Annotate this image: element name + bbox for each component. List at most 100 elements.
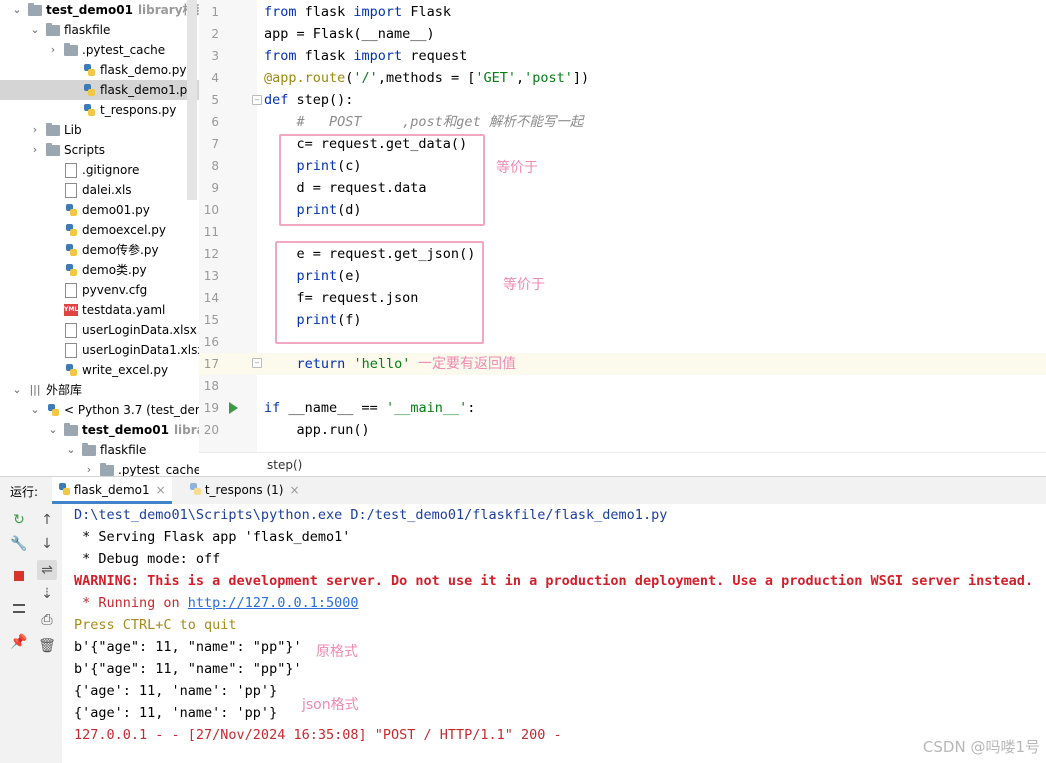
code-token: ,methods = [ [377, 70, 476, 86]
tree-item[interactable]: pyvenv.cfg [0, 280, 199, 300]
tree-item-label: .gitignore [82, 163, 140, 177]
tree-item[interactable]: userLoginData1.xlsx [0, 340, 199, 360]
tree-item[interactable]: ⌄ test_demo01 librar [0, 420, 199, 440]
tree-item[interactable]: ⌄test_demo01library根目录 [0, 0, 199, 20]
tree-item[interactable]: t_respons.py [0, 100, 199, 120]
tree-item[interactable]: ⌄ flaskfile [0, 440, 199, 460]
chevron-right-icon[interactable]: › [30, 120, 40, 140]
layout-icon[interactable] [9, 598, 29, 618]
chevron-down-icon[interactable]: ⌄ [12, 0, 22, 20]
code-line[interactable]: app = Flask(__name__) [264, 23, 435, 45]
tree-item[interactable]: › .pytest_cache [0, 40, 199, 60]
annotation-note-json-format: json格式 [302, 697, 359, 713]
scroll-to-end-icon[interactable]: ⇣ [37, 584, 57, 604]
tree-item[interactable]: ⌄ ||| 外部库 [0, 380, 199, 400]
tree-item[interactable]: flask_demo.py [0, 60, 199, 80]
fold-marker-icon[interactable]: − [252, 358, 262, 368]
tree-item[interactable]: › Lib [0, 120, 199, 140]
chevron-down-icon[interactable]: ⌄ [48, 420, 58, 440]
chevron-right-icon[interactable]: › [30, 140, 40, 160]
code-line[interactable]: @app.route('/',methods = ['GET','post']) [264, 67, 589, 89]
pin-icon[interactable]: 📌 [9, 632, 29, 652]
close-icon[interactable]: × [156, 483, 166, 497]
tree-item-label: .pytest_cache [82, 43, 166, 57]
tree-item[interactable]: demo传参.py [0, 240, 199, 260]
chevron-down-icon[interactable]: ⌄ [12, 380, 22, 400]
code-line[interactable]: from flask import request [264, 45, 467, 67]
chevron-right-icon[interactable]: › [84, 460, 94, 476]
tree-item[interactable]: write_excel.py [0, 360, 199, 380]
console-text: D:\test_demo01\Scripts\python.exe D:/tes… [74, 507, 668, 523]
tree-item[interactable]: ⌄ < Python 3.7 (test_dem [0, 400, 199, 420]
watermark: CSDN @吗喽1号 [922, 738, 1040, 756]
python-file-icon [46, 400, 60, 420]
annotation-note-return: 一定要有返回值 [418, 356, 516, 372]
code-line[interactable]: # POST ,post和get 解析不能写一起 [264, 111, 584, 133]
project-tree-scrollbar[interactable] [187, 0, 197, 200]
tree-item[interactable]: demo类.py [0, 260, 199, 280]
tree-item[interactable]: userLoginData.xlsx [0, 320, 199, 340]
tree-item[interactable]: flask_demo1.py [0, 80, 199, 100]
tree-item[interactable]: › .pytest_cache [0, 460, 199, 476]
run-tab-t-respons[interactable]: t_respons (1) × [183, 477, 306, 504]
run-gutter-icon[interactable] [229, 402, 238, 414]
breadcrumb-item[interactable]: step() [267, 458, 302, 472]
stop-icon[interactable] [9, 566, 29, 586]
arrow-down-icon[interactable]: ↓ [37, 534, 57, 554]
code-token: 'GET' [475, 70, 516, 86]
run-tab-flask-demo1[interactable]: flask_demo1 × [52, 477, 172, 504]
console-link[interactable]: http://127.0.0.1:5000 [188, 595, 359, 611]
code-token: if [264, 400, 281, 416]
wrench-icon[interactable]: 🔧 [9, 534, 29, 554]
console-text: b'{"age": 11, "name": "pp"}' [74, 639, 302, 655]
code-token: import [353, 48, 403, 64]
code-token: : [467, 400, 476, 416]
python-file-icon [58, 482, 70, 496]
console-text: * Running on [74, 595, 188, 611]
chevron-down-icon[interactable]: ⌄ [66, 440, 76, 460]
code-line[interactable]: app.run() [264, 419, 370, 441]
breadcrumb[interactable]: step() [199, 452, 1046, 477]
print-icon[interactable]: ⎙ [37, 610, 57, 630]
tree-item[interactable]: YML testdata.yaml [0, 300, 199, 320]
trash-icon[interactable]: 🗑 [37, 636, 57, 656]
chevron-down-icon[interactable]: ⌄ [30, 20, 40, 40]
line-number: 2 [211, 27, 219, 41]
tree-item[interactable]: ⌄ flaskfile [0, 20, 199, 40]
folder-icon [64, 420, 78, 440]
python-file-icon [82, 60, 96, 80]
arrow-up-icon[interactable]: ↑ [37, 510, 57, 530]
folder-icon [64, 40, 78, 60]
close-icon[interactable]: × [289, 483, 299, 497]
code-line[interactable]: if __name__ == '__main__': [264, 397, 475, 419]
file-icon [64, 340, 78, 360]
line-number: 7 [211, 137, 219, 151]
tree-item-label: userLoginData1.xlsx [82, 343, 199, 357]
chevron-down-icon[interactable]: ⌄ [30, 400, 40, 420]
chevron-right-icon[interactable]: › [48, 40, 58, 60]
line-number: 1 [211, 5, 219, 19]
line-number: 17 [203, 357, 219, 371]
soft-wrap-icon[interactable]: ⇌ [37, 560, 57, 580]
tree-item[interactable]: dalei.xls [0, 180, 199, 200]
code-token: return [296, 356, 346, 372]
tree-item[interactable]: demoexcel.py [0, 220, 199, 240]
tree-item-label: testdata.yaml [82, 303, 166, 317]
rerun-icon[interactable]: ↻ [9, 510, 29, 530]
tree-item-label: 外部库 [46, 383, 83, 397]
line-number: 15 [203, 313, 219, 327]
code-token: def [264, 92, 289, 108]
tree-item[interactable]: .gitignore [0, 160, 199, 180]
fold-marker-icon[interactable]: − [252, 95, 262, 105]
tree-item[interactable]: › Scripts [0, 140, 199, 160]
tree-item-label: < Python 3.7 (test_dem [64, 403, 199, 417]
annotation-box-get-json [275, 241, 484, 344]
tree-item-label: .pytest_cache [118, 463, 199, 476]
code-line[interactable]: from flask import Flask [264, 1, 451, 23]
code-line[interactable]: def step(): [264, 89, 353, 111]
code-line[interactable]: return 'hello' [264, 353, 411, 375]
tree-item[interactable]: demo01.py [0, 200, 199, 220]
annotation-note-raw-format: 原格式 [316, 644, 358, 660]
console-line: Press CTRL+C to quit [74, 614, 237, 636]
